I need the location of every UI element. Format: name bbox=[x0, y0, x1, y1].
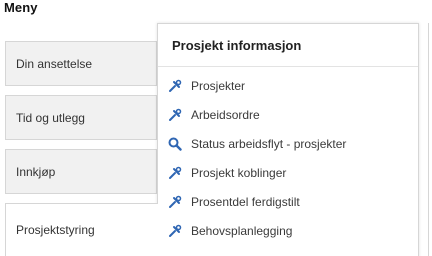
panel-item-status-arbeidsflyt[interactable]: Status arbeidsflyt - prosjekter bbox=[158, 129, 418, 158]
panel-item-label: Behovsplanlegging bbox=[191, 223, 293, 238]
tool-icon bbox=[168, 195, 182, 209]
panel-list: Prosjekter Arbeidsordre Status arbeidsfl… bbox=[158, 67, 418, 245]
tool-icon bbox=[168, 108, 182, 122]
nav-tab-label: Tid og utlegg bbox=[16, 110, 85, 125]
page: Meny Din ansettelse Tid og utlegg Innkjø… bbox=[0, 0, 432, 256]
nav-tab-innkjop[interactable]: Innkjøp bbox=[5, 149, 157, 194]
tool-icon bbox=[168, 166, 182, 180]
nav-tab-prosjektstyring[interactable]: Prosjektstyring bbox=[5, 203, 158, 256]
panel-item-prosjekter[interactable]: Prosjekter bbox=[158, 71, 418, 100]
panel-item-label: Prosentdel ferdigstilt bbox=[191, 194, 300, 209]
panel-title: Prosjekt informasjon bbox=[158, 24, 418, 67]
nav-tab-tid-og-utlegg[interactable]: Tid og utlegg bbox=[5, 95, 157, 140]
panel-item-prosentdel-ferdigstilt[interactable]: Prosentdel ferdigstilt bbox=[158, 187, 418, 216]
panel-item-label: Prosjekter bbox=[191, 78, 246, 93]
project-info-panel: Prosjekt informasjon Prosjekter Arbeidso… bbox=[157, 23, 419, 256]
panel-item-label: Status arbeidsflyt - prosjekter bbox=[191, 136, 347, 151]
nav-tab-label: Din ansettelse bbox=[16, 56, 93, 71]
adjacent-panel-edge bbox=[428, 23, 432, 256]
nav-tab-label: Prosjektstyring bbox=[16, 223, 95, 237]
tool-icon bbox=[168, 224, 182, 238]
panel-item-behovsplanlegging[interactable]: Behovsplanlegging bbox=[158, 216, 418, 245]
panel-item-label: Prosjekt koblinger bbox=[191, 165, 287, 180]
tool-icon bbox=[168, 79, 182, 93]
nav-tab-din-ansettelse[interactable]: Din ansettelse bbox=[5, 41, 157, 86]
nav-tab-label: Innkjøp bbox=[16, 164, 56, 179]
menu-title: Meny bbox=[4, 0, 38, 15]
panel-item-arbeidsordre[interactable]: Arbeidsordre bbox=[158, 100, 418, 129]
panel-item-prosjekt-koblinger[interactable]: Prosjekt koblinger bbox=[158, 158, 418, 187]
search-icon bbox=[168, 137, 182, 151]
panel-item-label: Arbeidsordre bbox=[191, 107, 260, 122]
